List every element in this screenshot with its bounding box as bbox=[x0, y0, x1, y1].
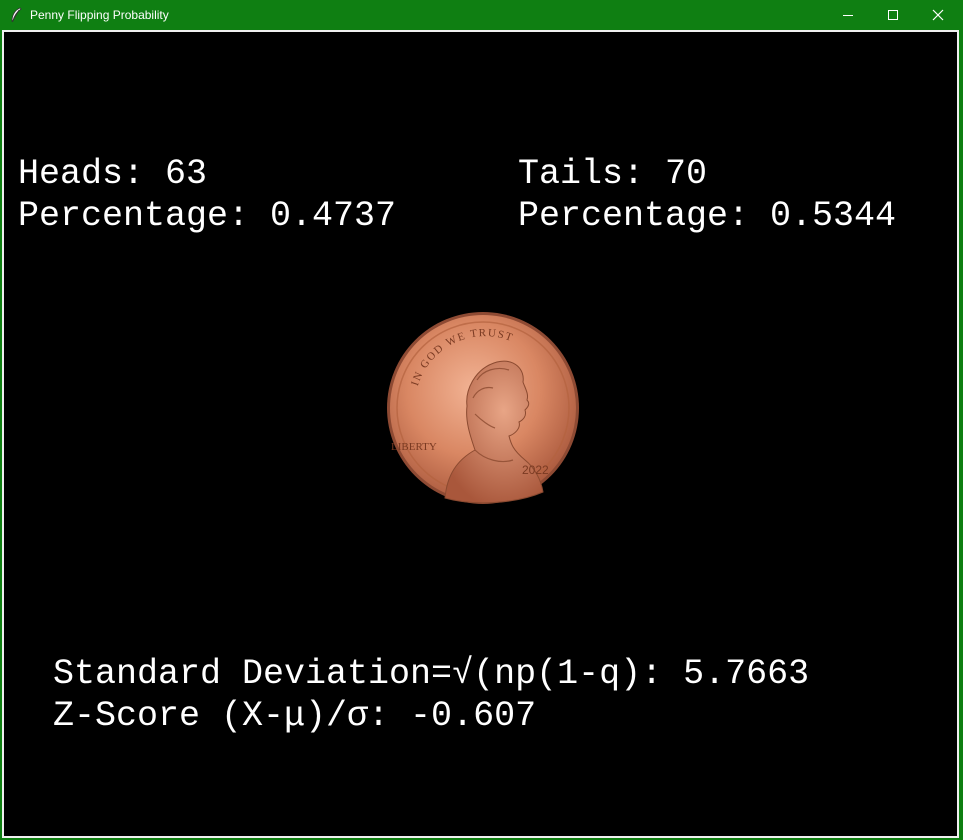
standard-deviation: Standard Deviation=√(np(1-q): 5.7663 bbox=[53, 654, 810, 694]
penny-coin-image[interactable]: IN GOD WE TRUST LIBERTY 2022 bbox=[385, 310, 581, 506]
heads-count: Heads: 63 bbox=[18, 154, 208, 194]
maximize-icon bbox=[888, 10, 898, 20]
window-title: Penny Flipping Probability bbox=[30, 8, 169, 22]
minimize-icon bbox=[843, 15, 853, 16]
minimize-button[interactable] bbox=[825, 0, 871, 30]
heads-percentage: Percentage: 0.4737 bbox=[18, 196, 397, 236]
coin-liberty: LIBERTY bbox=[391, 441, 437, 453]
feather-icon bbox=[11, 7, 22, 23]
title-bar[interactable]: Penny Flipping Probability bbox=[0, 0, 963, 30]
coin-year: 2022 bbox=[522, 463, 549, 477]
tails-percentage: Percentage: 0.5344 bbox=[518, 196, 897, 236]
maximize-button[interactable] bbox=[870, 0, 916, 30]
z-score: Z-Score (X-μ)/σ: -0.607 bbox=[53, 696, 537, 736]
close-icon bbox=[932, 9, 944, 21]
app-window: Penny Flipping Probability Heads: 63 Per… bbox=[0, 0, 963, 840]
tails-count: Tails: 70 bbox=[518, 154, 708, 194]
close-button[interactable] bbox=[915, 0, 961, 30]
